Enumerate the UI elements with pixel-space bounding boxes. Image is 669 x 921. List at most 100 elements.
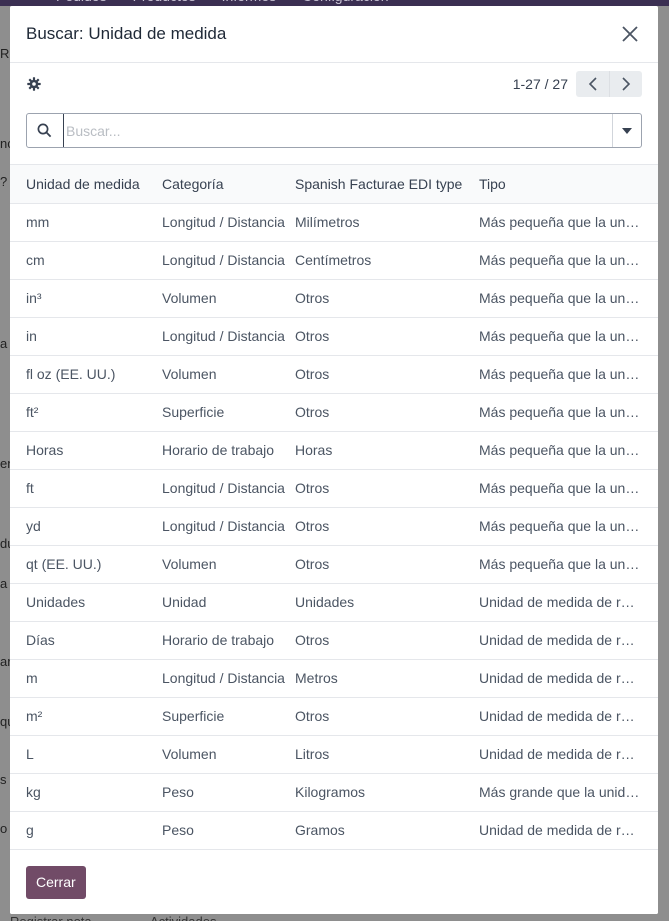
cell-type: Más pequeña que la unidad de medida de r… xyxy=(479,214,658,230)
cell-category: Peso xyxy=(162,784,194,800)
table-row[interactable]: qt (EE. UU.) Volumen Otros Más pequeña que … xyxy=(10,545,658,583)
cell-unit: ft xyxy=(26,480,34,496)
cell-unit: mm xyxy=(26,214,50,230)
cell-type: Más pequeña que la unidad de medida de r… xyxy=(479,480,658,496)
cell-edi-type: Kilogramos xyxy=(295,784,366,800)
dialog-toolbar: 1-27 / 27 xyxy=(10,63,658,105)
cell-category: Volumen xyxy=(162,290,217,306)
cell-edi-type: Otros xyxy=(295,480,330,496)
cell-type: Más pequeña que la unidad de medida de r… xyxy=(479,252,658,268)
cell-category: Superficie xyxy=(162,404,225,420)
table-row[interactable]: fl oz (EE. UU.) Volumen Otros Más pequeña q… xyxy=(10,355,658,393)
search-icon xyxy=(27,114,61,147)
cell-unit: Horas xyxy=(26,442,64,458)
close-icon[interactable] xyxy=(618,22,642,46)
table-row[interactable]: in Longitud / Distancia Otros Más pequeña q… xyxy=(10,317,658,355)
cell-type: Más grande que la unidad de medida de re… xyxy=(479,784,658,800)
table-row[interactable]: Horas Horario de trabajo Horas Más pequeña … xyxy=(10,431,658,469)
background-fragment: a xyxy=(0,336,8,351)
close-button[interactable]: Cerrar xyxy=(26,865,86,899)
search-bar xyxy=(26,113,642,148)
table-row[interactable]: g Peso Gramos Unidad de medida de referenci… xyxy=(10,811,658,849)
cell-type: Unidad de medida de referencia para esta… xyxy=(479,822,658,838)
table-row[interactable]: cm Longitud / Distancia Centímetros Más peq… xyxy=(10,241,658,279)
cell-category: Volumen xyxy=(162,746,217,762)
background-menu-item: Productos xyxy=(133,0,196,4)
cell-edi-type: Litros xyxy=(295,746,330,762)
table-row[interactable]: ft Longitud / Distancia Otros Más pequeña q… xyxy=(10,469,658,507)
pager: 1-27 / 27 xyxy=(513,71,642,97)
cell-unit: fl oz (EE. UU.) xyxy=(26,366,116,382)
cell-type: Unidad de medida de referencia para esta… xyxy=(479,632,658,648)
background-chatter-item: Registrar nota xyxy=(10,914,92,921)
pager-previous-button[interactable] xyxy=(576,71,609,97)
cell-category: Longitud / Distancia xyxy=(162,328,285,344)
cell-category: Longitud / Distancia xyxy=(162,480,285,496)
background-menu-item: Pedidos xyxy=(56,0,107,4)
cell-type: Más pequeña que la unidad de medida de r… xyxy=(479,366,658,382)
table-row[interactable]: kg Peso Kilogramos Más grande que la unidad… xyxy=(10,773,658,811)
table-row[interactable]: Unidades Unidad Unidades Unidad de medida d… xyxy=(10,583,658,621)
cell-edi-type: Gramos xyxy=(295,822,345,838)
cell-category: Horario de trabajo xyxy=(162,442,275,458)
cell-edi-type: Otros xyxy=(295,708,330,724)
cell-unit: m xyxy=(26,670,38,686)
background-fragment: ? xyxy=(0,174,8,189)
gear-icon[interactable] xyxy=(26,76,42,92)
cell-edi-type: Otros xyxy=(295,632,330,648)
table-row[interactable]: in³ Volumen Otros Más pequeña que la unidad… xyxy=(10,279,658,317)
cell-unit: in³ xyxy=(26,290,42,306)
table-row[interactable]: L Volumen Litros Unidad de medida de refere… xyxy=(10,735,658,773)
background-menu-item: Informes xyxy=(222,0,276,4)
cell-type: Unidad de medida de referencia para esta… xyxy=(479,670,658,686)
column-header-edi-type[interactable]: Spanish Facturae EDI type xyxy=(295,165,479,203)
column-header-unit[interactable]: Unidad de medida xyxy=(10,165,162,203)
cell-unit: Días xyxy=(26,632,55,648)
cell-unit: g xyxy=(26,822,34,838)
cell-edi-type: Horas xyxy=(295,442,333,458)
cell-unit: in xyxy=(26,328,37,344)
cell-edi-type: Otros xyxy=(295,328,330,344)
cell-category: Unidad xyxy=(162,594,207,610)
cell-category: Horario de trabajo xyxy=(162,632,275,648)
cell-type: Más pequeña que la unidad de medida de r… xyxy=(479,328,658,344)
table-row[interactable]: mm Longitud / Distancia Milímetros Más pequ… xyxy=(10,203,658,241)
cell-edi-type: Otros xyxy=(295,290,330,306)
table-row[interactable]: m² Superficie Otros Unidad de medida de ref… xyxy=(10,697,658,735)
cell-edi-type: Milímetros xyxy=(295,214,360,230)
table-row[interactable]: m Longitud / Distancia Metros Unidad de med… xyxy=(10,659,658,697)
background-chatter-item: Actividades xyxy=(150,914,216,921)
background-topbar-menu: Pedidos Productos Informes Configuración xyxy=(56,0,415,4)
background-right-edge xyxy=(658,6,669,921)
cell-category: Superficie xyxy=(162,708,225,724)
cell-type: Más pequeña que la unidad de medida de r… xyxy=(479,404,658,420)
cell-unit: qt (EE. UU.) xyxy=(26,556,102,572)
cell-edi-type: Otros xyxy=(295,404,330,420)
background-fragment: s xyxy=(0,772,7,787)
caret-down-icon xyxy=(622,127,632,134)
cell-unit: L xyxy=(26,746,34,762)
cell-type: Más pequeña que la unidad de medida de r… xyxy=(479,290,658,306)
column-header-category[interactable]: Categoría xyxy=(162,165,295,203)
background-bottom-edge: Registrar nota Actividades xyxy=(0,913,669,921)
cell-category: Longitud / Distancia xyxy=(162,252,285,268)
chevron-right-icon xyxy=(622,77,631,91)
cell-unit: ft² xyxy=(26,404,39,420)
table-row[interactable]: yd Longitud / Distancia Otros Más pequeña q… xyxy=(10,507,658,545)
pager-value[interactable]: 1-27 / 27 xyxy=(513,76,568,92)
pager-next-button[interactable] xyxy=(609,71,642,97)
cell-type: Unidad de medida de referencia para esta… xyxy=(479,746,658,762)
cell-category: Volumen xyxy=(162,556,217,572)
cell-type: Unidad de medida de referencia para esta… xyxy=(479,708,658,724)
background-menu-item: Configuración xyxy=(302,0,388,4)
search-dialog: Buscar: Unidad de medida 1-27 / 27 Busca… xyxy=(10,6,658,914)
cell-unit: kg xyxy=(26,784,41,800)
results-table: Unidad de medida Categoría Spanish Factu… xyxy=(10,165,658,849)
table-row[interactable]: ft² Superficie Otros Más pequeña que la uni… xyxy=(10,393,658,431)
column-header-type[interactable]: Tipo xyxy=(479,165,658,203)
background-left-edge: Rcnc?aenduaarquso p xyxy=(0,6,18,921)
table-row[interactable]: Días Horario de trabajo Otros Unidad de med… xyxy=(10,621,658,659)
search-input[interactable] xyxy=(63,114,612,147)
search-options-toggle[interactable] xyxy=(612,114,641,147)
cell-edi-type: Unidades xyxy=(295,594,355,610)
